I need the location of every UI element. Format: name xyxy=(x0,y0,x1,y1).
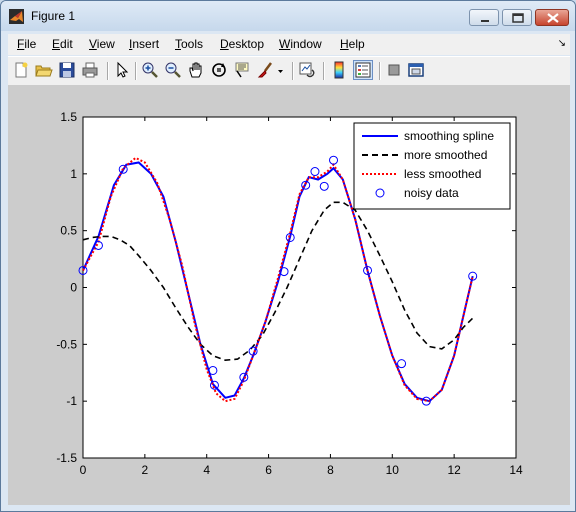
figure-window: Figure 1 File Edit View Insert Tools Des… xyxy=(0,0,576,512)
y-tick-label: -0.5 xyxy=(56,337,77,351)
show-plot-tools-icon[interactable] xyxy=(407,61,425,79)
brush-dropdown-icon[interactable] xyxy=(276,61,286,79)
zoom-out-icon[interactable] xyxy=(164,61,182,79)
menu-dock-arrow-icon[interactable]: ↘ xyxy=(558,38,566,49)
x-tick-label: 6 xyxy=(265,463,272,477)
x-tick-label: 14 xyxy=(509,463,523,477)
y-tick-label: 1 xyxy=(70,167,77,181)
x-tick-label: 0 xyxy=(80,463,87,477)
minimize-button[interactable] xyxy=(469,9,499,26)
legend-label: smoothing spline xyxy=(404,129,494,143)
toolbar-separator xyxy=(323,62,325,80)
x-tick-label: 10 xyxy=(386,463,400,477)
window-title: Figure 1 xyxy=(31,9,76,23)
figure-toolbar xyxy=(8,56,570,86)
new-figure-icon[interactable] xyxy=(12,61,30,79)
toolbar-separator xyxy=(292,62,294,80)
menu-view[interactable]: View xyxy=(89,37,115,51)
pan-icon[interactable] xyxy=(187,61,205,79)
save-icon[interactable] xyxy=(58,61,76,79)
y-tick-label: 0.5 xyxy=(60,224,77,238)
menu-file[interactable]: File xyxy=(17,37,36,51)
x-tick-label: 2 xyxy=(142,463,149,477)
legend-label: less smoothed xyxy=(404,167,481,181)
data-cursor-icon[interactable] xyxy=(233,61,251,79)
legend-label: noisy data xyxy=(404,186,459,200)
title-bar[interactable]: Figure 1 xyxy=(1,1,575,31)
matlab-logo-icon xyxy=(9,9,24,24)
y-tick-label: 1.5 xyxy=(60,110,77,124)
menu-desktop[interactable]: Desktop xyxy=(220,37,264,51)
brush-icon[interactable] xyxy=(256,61,274,79)
insert-legend-icon[interactable] xyxy=(353,60,373,80)
figure-canvas: 0 2 4 6 8 10 12 14 -1.5 -1 -0.5 0 0.5 1 1.5 smoothing … xyxy=(8,85,570,505)
menu-tools[interactable]: Tools xyxy=(175,37,203,51)
close-button[interactable] xyxy=(535,9,569,26)
edit-plot-icon[interactable] xyxy=(113,61,131,79)
menu-insert[interactable]: Insert xyxy=(129,37,159,51)
rotate-3d-icon[interactable] xyxy=(210,61,228,79)
menu-window[interactable]: Window xyxy=(279,37,322,51)
insert-colorbar-icon[interactable] xyxy=(330,61,348,79)
menu-bar: File Edit View Insert Tools Desktop Wind… xyxy=(8,34,570,55)
zoom-in-icon[interactable] xyxy=(141,61,159,79)
open-file-icon[interactable] xyxy=(35,61,53,79)
link-plot-icon[interactable] xyxy=(298,61,316,79)
toolbar-separator xyxy=(107,62,109,80)
y-tick-label: -1.5 xyxy=(56,451,77,465)
toolbar-separator xyxy=(135,62,137,80)
menu-edit[interactable]: Edit xyxy=(52,37,73,51)
hide-plot-tools-icon[interactable] xyxy=(385,61,403,79)
menu-help[interactable]: Help xyxy=(340,37,365,51)
legend-label: more smoothed xyxy=(404,148,487,162)
print-icon[interactable] xyxy=(81,61,99,79)
y-tick-label: -1 xyxy=(66,394,77,408)
toolbar-separator xyxy=(379,62,381,80)
x-tick-label: 8 xyxy=(327,463,334,477)
legend[interactable]: smoothing spline more smoothed less smooth… xyxy=(353,122,511,210)
y-tick-label: 0 xyxy=(70,281,77,295)
plot-area: 0 2 4 6 8 10 12 14 -1.5 -1 -0.5 0 0.5 1 1.5 smoothing … xyxy=(56,110,523,477)
x-tick-label: 12 xyxy=(447,463,461,477)
x-tick-label: 4 xyxy=(203,463,210,477)
maximize-button[interactable] xyxy=(502,9,532,26)
